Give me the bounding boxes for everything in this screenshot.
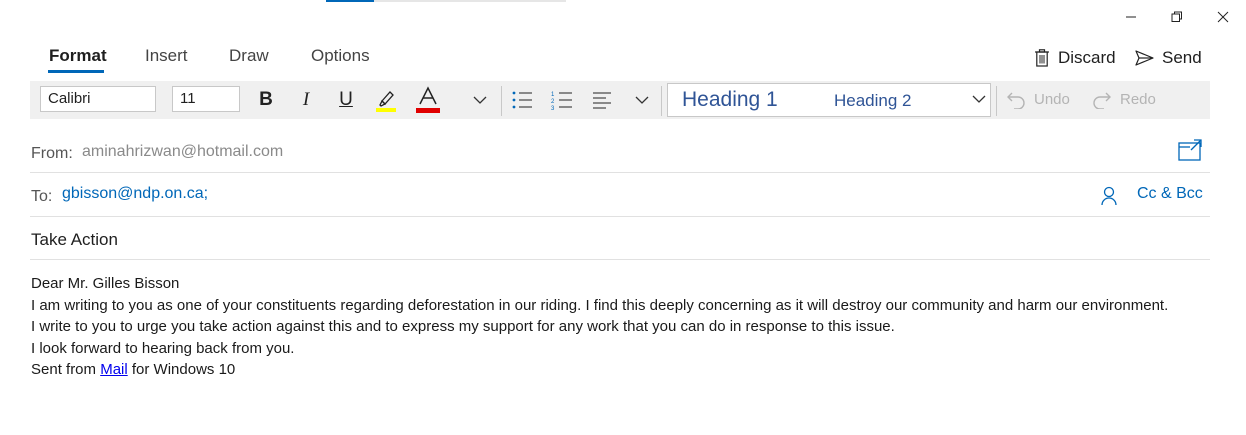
font-color-button[interactable] — [414, 86, 442, 114]
underline-icon: U — [339, 89, 353, 110]
toolbar-divider — [996, 86, 997, 116]
numbered-list-icon: 1 2 3 — [551, 92, 572, 110]
tab-options[interactable]: Options — [311, 46, 370, 66]
more-format-button[interactable] — [468, 86, 492, 114]
close-button[interactable] — [1200, 4, 1246, 30]
pop-out-icon — [1178, 139, 1202, 161]
to-recipient[interactable]: gbisson@ndp.on.ca; — [62, 185, 208, 203]
discard-label: Discard — [1058, 48, 1116, 67]
body-paragraph: I look forward to hearing back from you. — [31, 339, 295, 357]
body-greeting: Dear Mr. Gilles Bisson — [31, 275, 180, 292]
restore-button[interactable] — [1154, 4, 1200, 30]
to-divider — [30, 216, 1210, 217]
minimize-button[interactable] — [1108, 4, 1154, 30]
contacts-button[interactable] — [1100, 186, 1118, 211]
progress-stripe — [326, 0, 566, 2]
progress-indicator — [326, 0, 374, 2]
mail-link[interactable]: Mail — [100, 361, 128, 378]
discard-button[interactable]: Discard — [1034, 47, 1116, 69]
from-divider — [30, 172, 1210, 173]
align-button[interactable] — [588, 86, 616, 114]
undo-button[interactable]: Undo — [1006, 89, 1070, 109]
style-heading-1[interactable]: Heading 1 — [682, 88, 778, 112]
styles-gallery[interactable]: Heading 1 Heading 2 — [667, 83, 991, 117]
pop-out-button[interactable] — [1178, 139, 1202, 166]
highlight-swatch — [376, 108, 396, 112]
subject-divider — [30, 259, 1210, 260]
restore-icon — [1171, 11, 1182, 22]
cc-bcc-button[interactable]: Cc & Bcc — [1137, 185, 1203, 203]
chevron-down-icon — [473, 96, 487, 104]
italic-icon: I — [302, 89, 310, 110]
subject-field[interactable]: Take Action — [31, 230, 118, 250]
send-label: Send — [1162, 48, 1202, 67]
svg-text:1: 1 — [551, 92, 555, 98]
send-icon — [1135, 50, 1154, 66]
close-icon — [1217, 11, 1229, 23]
italic-button[interactable]: I — [292, 86, 320, 114]
minimize-icon — [1126, 16, 1136, 18]
bold-icon: B — [259, 89, 273, 110]
body-signature: Sent from Mail for Windows 10 — [31, 359, 1168, 381]
font-color-swatch — [416, 108, 440, 113]
toolbar-divider — [501, 86, 502, 116]
person-icon — [1101, 186, 1117, 206]
tab-draw[interactable]: Draw — [229, 46, 269, 66]
bullets-button[interactable] — [508, 86, 536, 114]
send-button[interactable]: Send — [1135, 47, 1202, 69]
chevron-down-icon[interactable] — [972, 94, 986, 104]
body-paragraph: I am writing to you as one of your const… — [31, 296, 1169, 314]
more-paragraph-button[interactable] — [630, 86, 654, 114]
from-label: From: — [31, 145, 73, 162]
undo-label: Undo — [1034, 90, 1070, 108]
to-label: To: — [31, 188, 53, 205]
numbering-button[interactable]: 1 2 3 — [548, 86, 576, 114]
font-size-input[interactable]: 11 — [172, 86, 240, 112]
svg-text:2: 2 — [551, 99, 555, 105]
redo-icon — [1093, 92, 1111, 109]
tab-insert[interactable]: Insert — [145, 46, 188, 66]
font-name-input[interactable]: Calibri — [40, 86, 156, 112]
font-color-icon — [416, 86, 440, 113]
underline-button[interactable]: U — [332, 86, 360, 114]
redo-button[interactable]: Redo — [1092, 89, 1156, 109]
bulleted-list-icon — [512, 91, 532, 109]
from-address[interactable]: aminahrizwan@hotmail.com — [82, 143, 283, 161]
tab-format-underline — [48, 70, 104, 73]
message-body[interactable]: Dear Mr. Gilles Bisson I am writing to y… — [31, 273, 1168, 381]
trash-icon — [1035, 49, 1049, 67]
style-heading-2[interactable]: Heading 2 — [834, 91, 912, 111]
bold-button[interactable]: B — [252, 86, 280, 114]
chevron-down-icon — [635, 96, 649, 104]
align-left-icon — [593, 92, 611, 109]
highlighter-icon — [376, 91, 396, 112]
undo-icon — [1007, 92, 1025, 109]
tab-format[interactable]: Format — [49, 46, 107, 66]
body-paragraph: I write to you to urge you take action a… — [31, 318, 895, 335]
signature-prefix: Sent from — [31, 361, 101, 378]
toolbar-divider — [661, 86, 662, 116]
signature-suffix: for Windows 10 — [127, 361, 236, 378]
svg-text:3: 3 — [551, 106, 555, 110]
highlight-button[interactable] — [372, 86, 400, 114]
redo-label: Redo — [1120, 90, 1156, 108]
